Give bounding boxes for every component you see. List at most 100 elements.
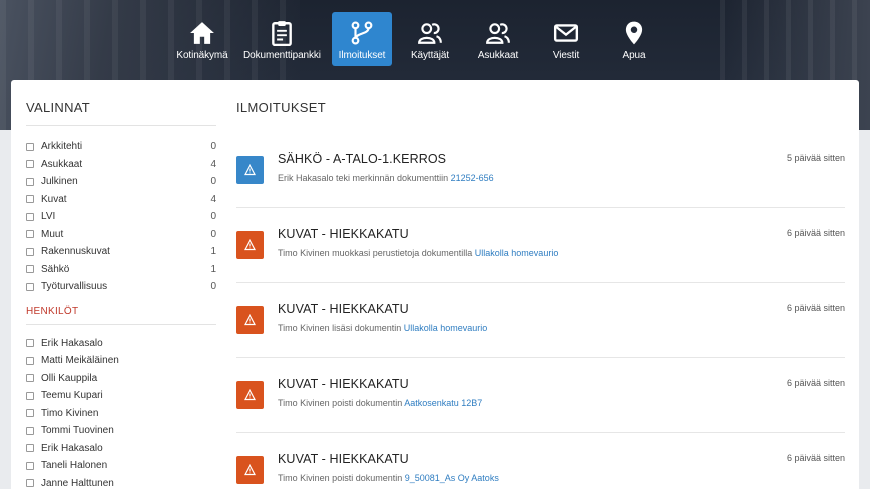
notification-text: Timo Kivinen poisti dokumentin [278,398,403,408]
notification-item[interactable]: KUVAT - HIEKKAKATU Timo Kivinen lisäsi d… [236,283,845,358]
notification-title: SÄHKÖ - A-TALO-1.KERROS [278,152,447,166]
checkbox[interactable] [26,461,34,470]
notification-text: Timo Kivinen muokkasi perustietoja dokum… [278,248,473,258]
notification-badge [236,156,264,184]
filter-category-muut[interactable]: Muut 0 [26,226,216,244]
checkbox[interactable] [26,391,34,400]
notification-title: KUVAT - HIEKKAKATU [278,227,409,241]
checkbox[interactable] [26,160,34,169]
checkbox[interactable] [26,212,34,221]
filter-category-tyoturvallisuus[interactable]: Työturvallisuus 0 [26,278,216,296]
notification-description: Timo Kivinen muokkasi perustietoja dokum… [278,248,558,258]
checkbox[interactable] [26,479,34,488]
people-title: HENKILÖT [26,306,216,325]
filter-label: Timo Kivinen [41,407,99,419]
filter-person[interactable]: Janne Halttunen [26,475,216,489]
checkbox[interactable] [26,282,34,291]
notification-description: Timo Kivinen lisäsi dokumentin Ullakolla… [278,323,487,333]
nav-label: Kotinäkymä [176,50,228,61]
filter-category-asukkaat[interactable]: Asukkaat 4 [26,156,216,174]
checkbox[interactable] [26,374,34,383]
filter-person[interactable]: Erik Hakasalo [26,440,216,458]
filter-person[interactable]: Teemu Kupari [26,387,216,405]
filter-category-lvi[interactable]: LVI 0 [26,208,216,226]
notification-description: Timo Kivinen poisti dokumentin Aatkosenk… [278,398,482,408]
filter-person[interactable]: Tommi Tuovinen [26,422,216,440]
filter-label: Muut [41,228,64,240]
filter-count: 0 [210,281,216,293]
checkbox[interactable] [26,195,34,204]
filter-label: Teemu Kupari [41,390,103,402]
content-panel: VALINNAT Arkkitehti 0 Asukkaat 4 Julkine… [11,80,859,489]
filter-count: 0 [210,176,216,188]
document-link[interactable]: Ullakolla homevaurio [475,248,559,258]
checkbox[interactable] [26,356,34,365]
checkbox[interactable] [26,247,34,256]
notification-item[interactable]: SÄHKÖ - A-TALO-1.KERROS Erik Hakasalo te… [236,133,845,208]
filter-person[interactable]: Timo Kivinen [26,405,216,423]
filter-count: 4 [210,193,216,205]
notification-description: Timo Kivinen poisti dokumentin 9_50081_A… [278,473,499,483]
filter-category-rakennuskuvat[interactable]: Rakennuskuvat 1 [26,243,216,261]
filter-label: Arkkitehti [41,141,83,153]
document-link[interactable]: Ullakolla homevaurio [404,323,488,333]
nav-label: Apua [622,50,646,61]
notification-time: 6 päivää sitten [786,453,845,463]
filter-label: Matti Meikäläinen [41,355,119,367]
checkbox[interactable] [26,409,34,418]
nav-label: Käyttäjät [410,50,449,61]
notification-badge [236,381,264,409]
checkbox[interactable] [26,177,34,186]
filter-label: Tommi Tuovinen [41,425,114,437]
filter-category-sahko[interactable]: Sähkö 1 [26,261,216,279]
checkbox[interactable] [26,426,34,435]
filter-label: Olli Kauppila [41,372,98,384]
nav-item-asukkaat[interactable]: Asukkaat [468,12,528,66]
filter-label: LVI [41,211,56,223]
nav-item-kayttajat[interactable]: Käyttäjät [400,12,460,66]
filter-label: Erik Hakasalo [41,442,103,454]
warning-icon [244,389,256,401]
notification-item[interactable]: KUVAT - HIEKKAKATU Timo Kivinen poisti d… [236,358,845,433]
notification-text: Timo Kivinen lisäsi dokumentin [278,323,402,333]
checkbox[interactable] [26,230,34,239]
filter-count: 4 [210,158,216,170]
filter-count: 1 [210,246,216,258]
document-link[interactable]: 21252-656 [451,173,494,183]
filters-title: VALINNAT [26,100,216,126]
filter-label: Kuvat [41,193,67,205]
document-link[interactable]: 9_50081_As Oy Aatoks [405,473,499,483]
filter-person[interactable]: Erik Hakasalo [26,335,216,353]
notifications-list: ILMOITUKSET SÄHKÖ - A-TALO-1.KERROS Erik… [236,100,845,489]
nav-item-dokumenttipankki[interactable]: Dokumenttipankki [240,12,324,66]
checkbox[interactable] [26,265,34,274]
nav-label: Ilmoitukset [338,50,386,61]
notification-item[interactable]: KUVAT - HIEKKAKATU Timo Kivinen muokkasi… [236,208,845,283]
nav-item-apua[interactable]: Apua [604,12,664,66]
notification-title: KUVAT - HIEKKAKATU [278,452,409,466]
nav-item-kotinakyma[interactable]: Kotinäkymä [172,12,232,66]
filter-label: Sähkö [41,263,70,275]
nav-label: Dokumenttipankki [243,50,321,61]
filter-person[interactable]: Olli Kauppila [26,370,216,388]
checkbox[interactable] [26,444,34,453]
nav-label: Asukkaat [477,50,519,61]
filter-category-kuvat[interactable]: Kuvat 4 [26,191,216,209]
filter-category-julkinen[interactable]: Julkinen 0 [26,173,216,191]
notification-time: 6 päivää sitten [786,228,845,238]
notification-text: Erik Hakasalo teki merkinnän dokumenttii… [278,173,449,183]
notification-item[interactable]: KUVAT - HIEKKAKATU Timo Kivinen poisti d… [236,433,845,489]
filter-count: 0 [210,211,216,223]
nav-item-ilmoitukset[interactable]: Ilmoitukset [332,12,392,66]
notification-badge [236,456,264,484]
notification-text: Timo Kivinen poisti dokumentin [278,473,403,483]
document-link[interactable]: Aatkosenkatu 12B7 [404,398,482,408]
checkbox[interactable] [26,339,34,348]
checkbox[interactable] [26,142,34,151]
nav-item-viestit[interactable]: Viestit [536,12,596,66]
nav-label: Viestit [552,50,580,61]
filter-person[interactable]: Taneli Halonen [26,457,216,475]
filter-category-arkkitehti[interactable]: Arkkitehti 0 [26,138,216,156]
clipboard-icon [272,21,292,46]
filter-person[interactable]: Matti Meikäläinen [26,352,216,370]
